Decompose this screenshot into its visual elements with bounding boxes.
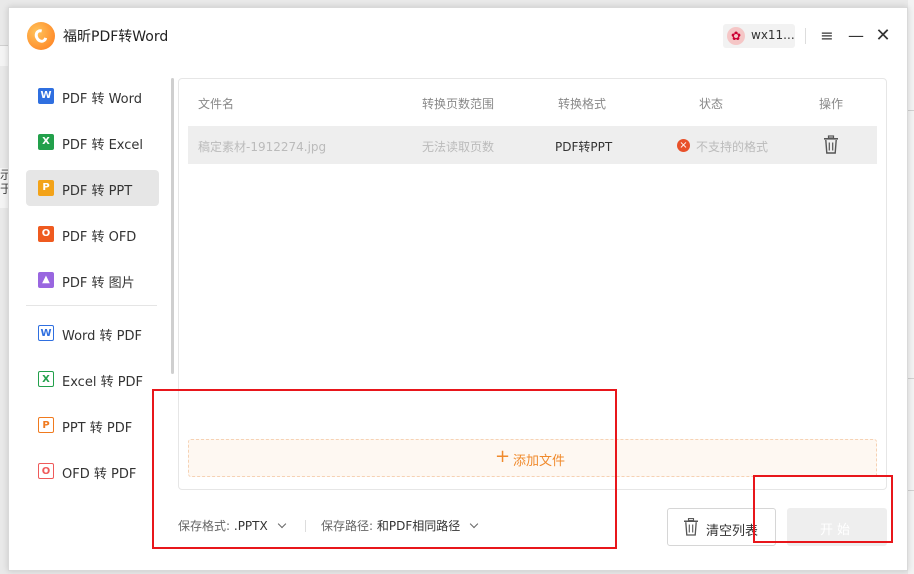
header-action: 操作: [819, 97, 844, 111]
row-format: PDF转PPT: [555, 140, 613, 154]
clear-list-label: 清空列表: [706, 524, 759, 539]
word-to-pdf-icon: W: [38, 325, 54, 341]
sidebar-divider: [26, 305, 157, 306]
word-icon: W: [38, 88, 54, 104]
sidebar-item-pdf-to-ofd[interactable]: O PDF 转 OFD: [26, 216, 159, 252]
annotation-box-start: [753, 475, 893, 543]
sidebar-scrollbar[interactable]: [171, 78, 174, 374]
error-icon: ×: [677, 139, 690, 152]
trash-icon: [684, 518, 698, 536]
sidebar-item-excel-to-pdf[interactable]: X Excel 转 PDF: [26, 361, 159, 397]
excel-to-pdf-icon: X: [38, 371, 54, 387]
app-logo-icon: [27, 22, 55, 50]
avatar: ✿: [727, 27, 745, 45]
sidebar-item-pdf-to-image[interactable]: ▲ PDF 转 图片: [26, 262, 159, 298]
background-right-strip: [908, 0, 914, 574]
sidebar-item-pdf-to-excel[interactable]: X PDF 转 Excel: [26, 124, 159, 160]
sidebar-item-label: Word 转 PDF: [62, 329, 143, 344]
sidebar-item-pdf-to-word[interactable]: W PDF 转 Word: [26, 78, 159, 114]
header-status: 状态: [699, 97, 724, 111]
sidebar-item-label: PDF 转 Excel: [62, 138, 144, 153]
row-filename: 稿定素材-1912274.jpg: [198, 140, 327, 154]
menu-icon[interactable]: ≡: [817, 26, 837, 46]
user-account[interactable]: ✿ wx11...: [723, 24, 795, 48]
sidebar-item-label: PDF 转 图片: [62, 276, 135, 291]
header-page-range: 转换页数范围: [422, 97, 495, 111]
sidebar-item-pdf-to-ppt[interactable]: P PDF 转 PPT: [26, 170, 159, 206]
image-icon: ▲: [38, 272, 54, 288]
row-page-range: 无法读取页数: [422, 140, 495, 154]
header-filename: 文件名: [198, 97, 235, 111]
close-icon[interactable]: ✕: [873, 26, 893, 46]
row-status: 不支持的格式: [696, 140, 769, 154]
background-app-text: 示 于: [0, 168, 12, 208]
annotation-box-settings: [152, 389, 617, 549]
trash-icon[interactable]: [822, 135, 840, 155]
minimize-icon[interactable]: —: [846, 26, 866, 46]
ppt-icon: P: [38, 180, 54, 196]
header-format: 转换格式: [558, 97, 607, 111]
sidebar-item-label: PPT 转 PDF: [62, 421, 133, 436]
ofd-icon: O: [38, 226, 54, 242]
sidebar-item-ofd-to-pdf[interactable]: O OFD 转 PDF: [26, 453, 159, 489]
sidebar-item-ppt-to-pdf[interactable]: P PPT 转 PDF: [26, 407, 159, 443]
sidebar: W PDF 转 Word X PDF 转 Excel P PDF 转 PPT O…: [26, 78, 159, 499]
sidebar-item-label: Excel 转 PDF: [62, 375, 144, 390]
excel-icon: X: [38, 134, 54, 150]
sidebar-item-label: PDF 转 Word: [62, 92, 143, 107]
ppt-to-pdf-icon: P: [38, 417, 54, 433]
titlebar-divider: [805, 28, 806, 44]
app-title: 福昕PDF转Word: [63, 29, 169, 45]
user-name: wx11...: [751, 28, 795, 42]
sidebar-item-label: PDF 转 OFD: [62, 230, 137, 245]
background-app-strip: [0, 45, 8, 66]
table-row[interactable]: 稿定素材-1912274.jpg 无法读取页数 PDF转PPT × 不支持的格式: [188, 126, 877, 164]
sidebar-item-label: OFD 转 PDF: [62, 467, 137, 482]
sidebar-item-word-to-pdf[interactable]: W Word 转 PDF: [26, 315, 159, 351]
ofd-to-pdf-icon: O: [38, 463, 54, 479]
sidebar-item-label: PDF 转 PPT: [62, 184, 133, 199]
